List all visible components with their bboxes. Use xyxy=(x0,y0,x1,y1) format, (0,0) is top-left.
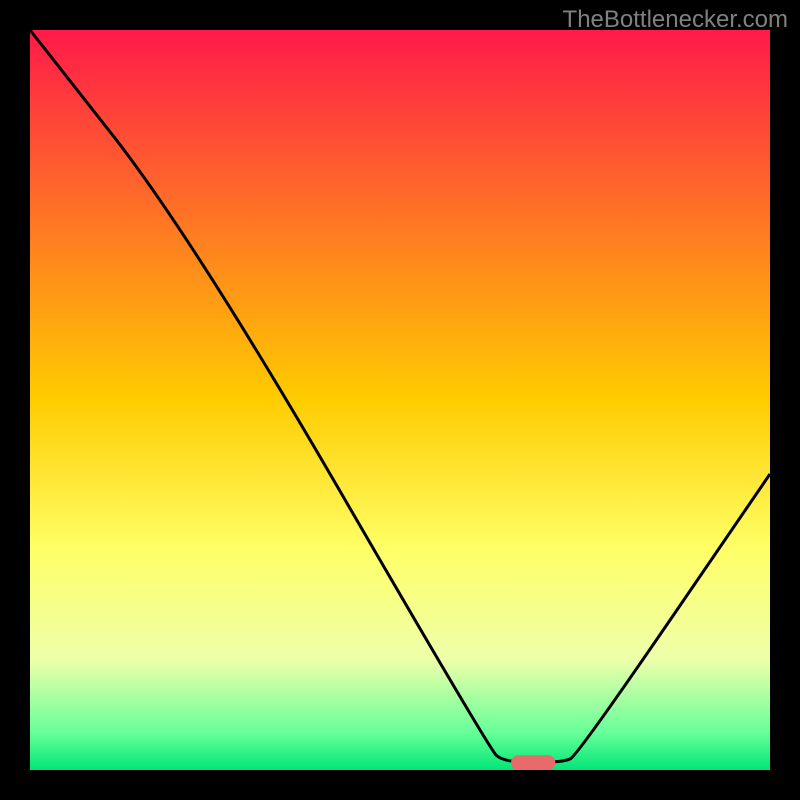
chart-background xyxy=(30,30,770,770)
watermark-text: TheBottlenecker.com xyxy=(563,6,788,34)
chart-container: TheBottlenecker.com xyxy=(0,0,800,800)
optimal-marker xyxy=(511,755,555,770)
chart-svg xyxy=(30,30,770,770)
plot-area xyxy=(30,30,770,770)
